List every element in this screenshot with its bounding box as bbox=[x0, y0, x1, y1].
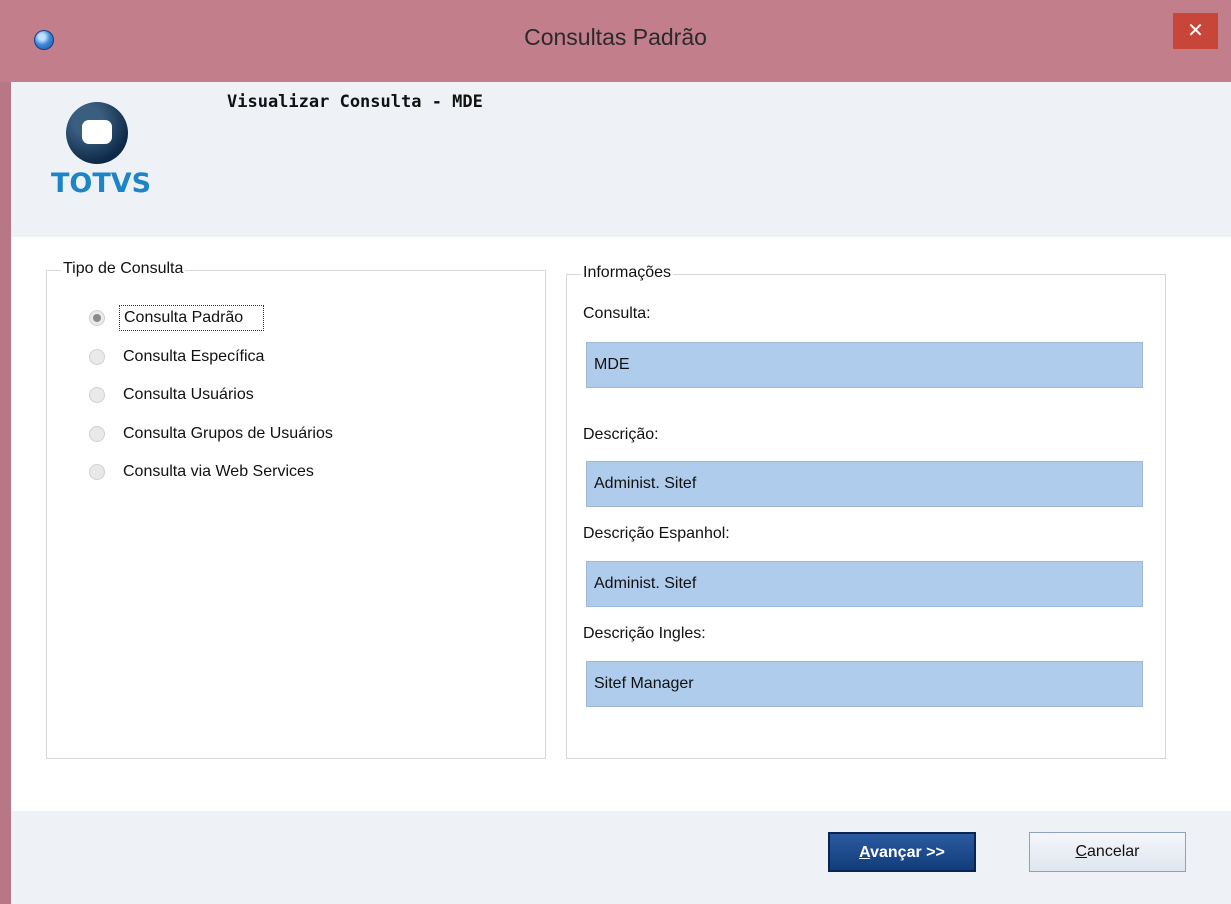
radio-consulta-web-services[interactable]: Consulta via Web Services bbox=[89, 459, 318, 485]
consulta-label: Consulta: bbox=[583, 305, 651, 322]
window-title: Consultas Padrão bbox=[524, 24, 707, 50]
radio-label[interactable]: Consulta Específica bbox=[119, 346, 268, 368]
radio-label[interactable]: Consulta Usuários bbox=[119, 384, 258, 406]
radio-consulta-padrao[interactable]: Consulta Padrão bbox=[89, 305, 265, 331]
descricao-ingles-label: Descrição Ingles: bbox=[583, 625, 706, 642]
radio-button[interactable] bbox=[89, 464, 105, 480]
footer-bar: Avançar >> Cancelar bbox=[11, 811, 1231, 904]
dialog-client-area: TOTVS Visualizar Consulta - MDE Tipo de … bbox=[11, 82, 1231, 904]
totvs-logo: TOTVS bbox=[51, 102, 161, 212]
close-button[interactable]: ✕ bbox=[1173, 13, 1218, 49]
descricao-espanhol-label: Descrição Espanhol: bbox=[583, 525, 730, 542]
title-bar[interactable]: Consultas Padrão ✕ bbox=[0, 0, 1231, 82]
radio-consulta-grupos-usuarios[interactable]: Consulta Grupos de Usuários bbox=[89, 421, 337, 447]
consulta-field[interactable]: MDE bbox=[586, 342, 1143, 388]
radio-button[interactable] bbox=[89, 310, 105, 326]
totvs-logo-text: TOTVS bbox=[51, 168, 152, 199]
dialog-window: Consultas Padrão ✕ TOTVS Visualizar Cons… bbox=[0, 0, 1231, 904]
descricao-espanhol-field[interactable]: Administ. Sitef bbox=[586, 561, 1143, 607]
radio-label[interactable]: Consulta Padrão bbox=[119, 305, 265, 331]
informacoes-group: Informações Consulta: MDE Descrição: Adm… bbox=[566, 264, 1166, 759]
radio-consulta-especifica[interactable]: Consulta Específica bbox=[89, 344, 268, 370]
cancelar-button[interactable]: Cancelar bbox=[1029, 832, 1186, 872]
totvs-logo-mark bbox=[66, 102, 128, 164]
informacoes-legend: Informações bbox=[581, 264, 674, 282]
avancar-button[interactable]: Avançar >> bbox=[828, 832, 976, 872]
tipo-consulta-group: Tipo de Consulta Consulta Padrão Consult… bbox=[46, 260, 546, 759]
radio-button[interactable] bbox=[89, 349, 105, 365]
header-panel: TOTVS Visualizar Consulta - MDE bbox=[11, 82, 1231, 237]
cancelar-accelerator: C bbox=[1075, 843, 1088, 860]
cancelar-label: ancelar bbox=[1087, 843, 1140, 860]
descricao-field[interactable]: Administ. Sitef bbox=[586, 461, 1143, 507]
page-title: Visualizar Consulta - MDE bbox=[227, 92, 483, 112]
radio-label[interactable]: Consulta Grupos de Usuários bbox=[119, 423, 337, 445]
radio-button[interactable] bbox=[89, 426, 105, 442]
descricao-label: Descrição: bbox=[583, 426, 659, 443]
radio-button[interactable] bbox=[89, 387, 105, 403]
avancar-accelerator: A bbox=[859, 844, 871, 861]
descricao-ingles-field[interactable]: Sitef Manager bbox=[586, 661, 1143, 707]
avancar-label: vançar >> bbox=[870, 844, 945, 861]
radio-label[interactable]: Consulta via Web Services bbox=[119, 461, 318, 483]
radio-consulta-usuarios[interactable]: Consulta Usuários bbox=[89, 382, 258, 408]
tipo-consulta-legend: Tipo de Consulta bbox=[61, 260, 186, 278]
